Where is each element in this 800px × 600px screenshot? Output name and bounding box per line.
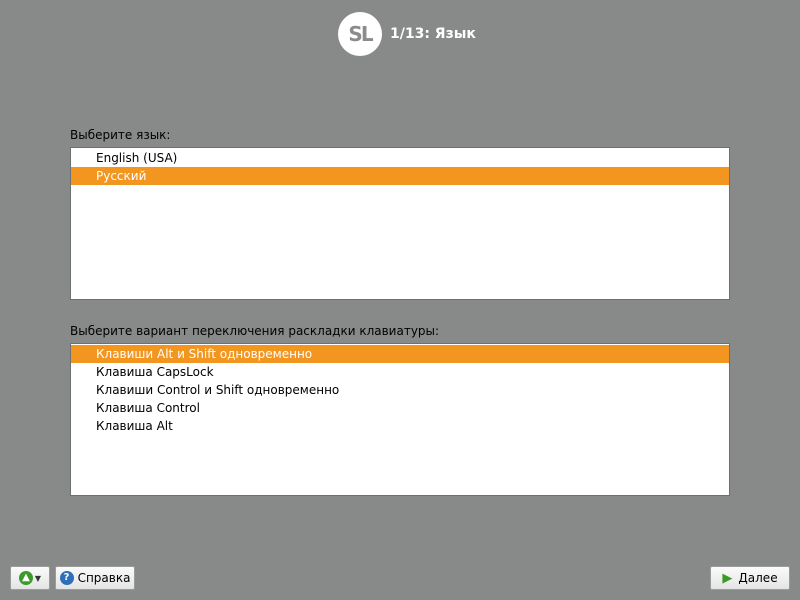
menu-button[interactable]: ▲ ▼ bbox=[10, 566, 50, 590]
keyboard-list[interactable]: Клавиши Alt и Shift одновременно Клавиша… bbox=[70, 343, 730, 496]
next-label: Далее bbox=[738, 571, 778, 585]
sl-logo: SL bbox=[338, 12, 382, 56]
language-list[interactable]: English (USA) Русский bbox=[70, 147, 730, 300]
help-button[interactable]: ? Справка bbox=[55, 566, 135, 590]
help-question-icon: ? bbox=[59, 571, 74, 585]
keyboard-item-control[interactable]: Клавиша Control bbox=[71, 399, 729, 417]
keyboard-label: Выберите вариант переключения раскладки … bbox=[70, 324, 440, 338]
next-button[interactable]: ▶ Далее bbox=[710, 566, 790, 590]
language-item-english[interactable]: English (USA) bbox=[71, 149, 729, 167]
keyboard-item-alt[interactable]: Клавиша Alt bbox=[71, 417, 729, 435]
step-title: 1/13: Язык bbox=[390, 26, 476, 42]
green-up-arrow-icon: ▲ bbox=[18, 571, 33, 585]
language-item-russian[interactable]: Русский bbox=[71, 167, 729, 185]
header: SL 1/13: Язык bbox=[338, 12, 476, 56]
green-right-arrow-icon: ▶ bbox=[722, 570, 733, 586]
keyboard-item-capslock[interactable]: Клавиша CapsLock bbox=[71, 363, 729, 381]
logo-text: SL bbox=[348, 22, 373, 46]
keyboard-item-alt-shift[interactable]: Клавиши Alt и Shift одновременно bbox=[71, 345, 729, 363]
language-label: Выберите язык: bbox=[70, 128, 171, 142]
help-label: Справка bbox=[77, 571, 131, 585]
keyboard-item-control-shift[interactable]: Клавиши Control и Shift одновременно bbox=[71, 381, 729, 399]
dropdown-caret-icon: ▼ bbox=[34, 573, 42, 583]
